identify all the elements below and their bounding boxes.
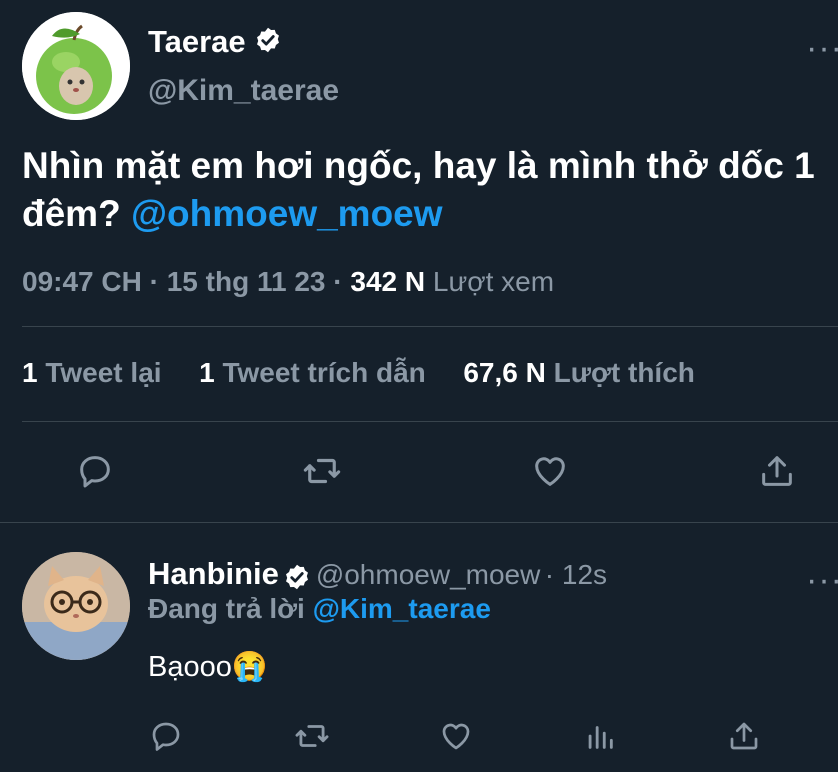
analytics-icon bbox=[588, 726, 613, 749]
retweet-icon bbox=[303, 458, 341, 484]
tweet-time[interactable]: 09:47 CH bbox=[22, 266, 142, 297]
reply-more-dots-icon[interactable]: ··· bbox=[806, 563, 838, 597]
retweet-icon bbox=[295, 725, 329, 747]
author-name[interactable]: Taerae bbox=[148, 24, 246, 59]
replying-to: Đang trả lời @Kim_taerae bbox=[148, 593, 491, 625]
reply-author-name[interactable]: Hanbinie bbox=[148, 556, 279, 591]
views-count: 342 N bbox=[350, 266, 426, 297]
reply-share-button[interactable] bbox=[722, 714, 766, 758]
heart-icon bbox=[442, 723, 470, 750]
reply-author-avatar[interactable] bbox=[22, 552, 130, 660]
tweet-text: Nhìn mặt em hơi ngốc, hay là mình thở dố… bbox=[22, 142, 822, 238]
quotes-stat[interactable]: 1 Tweet trích dẫn bbox=[199, 357, 426, 388]
reply-analytics-button[interactable] bbox=[578, 714, 622, 758]
heart-icon bbox=[535, 457, 565, 486]
divider bbox=[22, 421, 838, 422]
reply-retweet-button[interactable] bbox=[290, 714, 334, 758]
reply-button[interactable] bbox=[73, 449, 117, 493]
author-name-row[interactable]: Taerae bbox=[148, 24, 282, 62]
reply-time[interactable]: 12s bbox=[562, 559, 607, 590]
reply-text: Bạooo😭 bbox=[148, 651, 268, 683]
reply-header: Hanbinie @ohmoew_moew · 12s bbox=[148, 556, 607, 596]
more-dots-icon[interactable]: ··· bbox=[806, 31, 838, 65]
tweet-stats: 1 Tweet lại 1 Tweet trích dẫn 67,6 N Lượ… bbox=[22, 357, 695, 389]
likes-stat[interactable]: 67,6 N Lượt thích bbox=[463, 357, 695, 388]
reply-like-button[interactable] bbox=[434, 714, 478, 758]
like-button[interactable] bbox=[528, 449, 572, 493]
tweet-date[interactable]: 15 thg 11 23 bbox=[167, 266, 326, 297]
share-icon bbox=[762, 456, 792, 486]
verified-badge-icon bbox=[254, 26, 282, 62]
reply-icon bbox=[80, 456, 110, 488]
retweet-button[interactable] bbox=[300, 449, 344, 493]
replying-label: Đang trả lời bbox=[148, 593, 305, 624]
tweet-mention-link[interactable]: @ohmoew_moew bbox=[131, 193, 443, 234]
verified-badge-icon bbox=[283, 563, 311, 596]
reply-author-handle[interactable]: @ohmoew_moew bbox=[316, 559, 541, 590]
apple-cat-avatar-icon bbox=[22, 12, 130, 120]
separator-dot: · bbox=[544, 559, 562, 590]
reply-reply-button[interactable] bbox=[144, 714, 188, 758]
tweet-meta: 09:47 CH · 15 thg 11 23 · 342 N Lượt xem bbox=[22, 266, 555, 297]
replying-to-link[interactable]: @Kim_taerae bbox=[313, 593, 491, 624]
share-icon bbox=[730, 722, 758, 750]
author-handle[interactable]: @Kim_taerae bbox=[148, 74, 339, 108]
cat-with-glasses-avatar-icon bbox=[22, 552, 130, 660]
retweets-stat[interactable]: 1 Tweet lại bbox=[22, 357, 162, 388]
divider bbox=[22, 326, 838, 327]
reply-icon bbox=[152, 722, 180, 751]
divider bbox=[0, 522, 838, 523]
share-button[interactable] bbox=[755, 449, 799, 493]
views-label: Lượt xem bbox=[432, 266, 555, 297]
author-avatar[interactable] bbox=[22, 12, 130, 120]
